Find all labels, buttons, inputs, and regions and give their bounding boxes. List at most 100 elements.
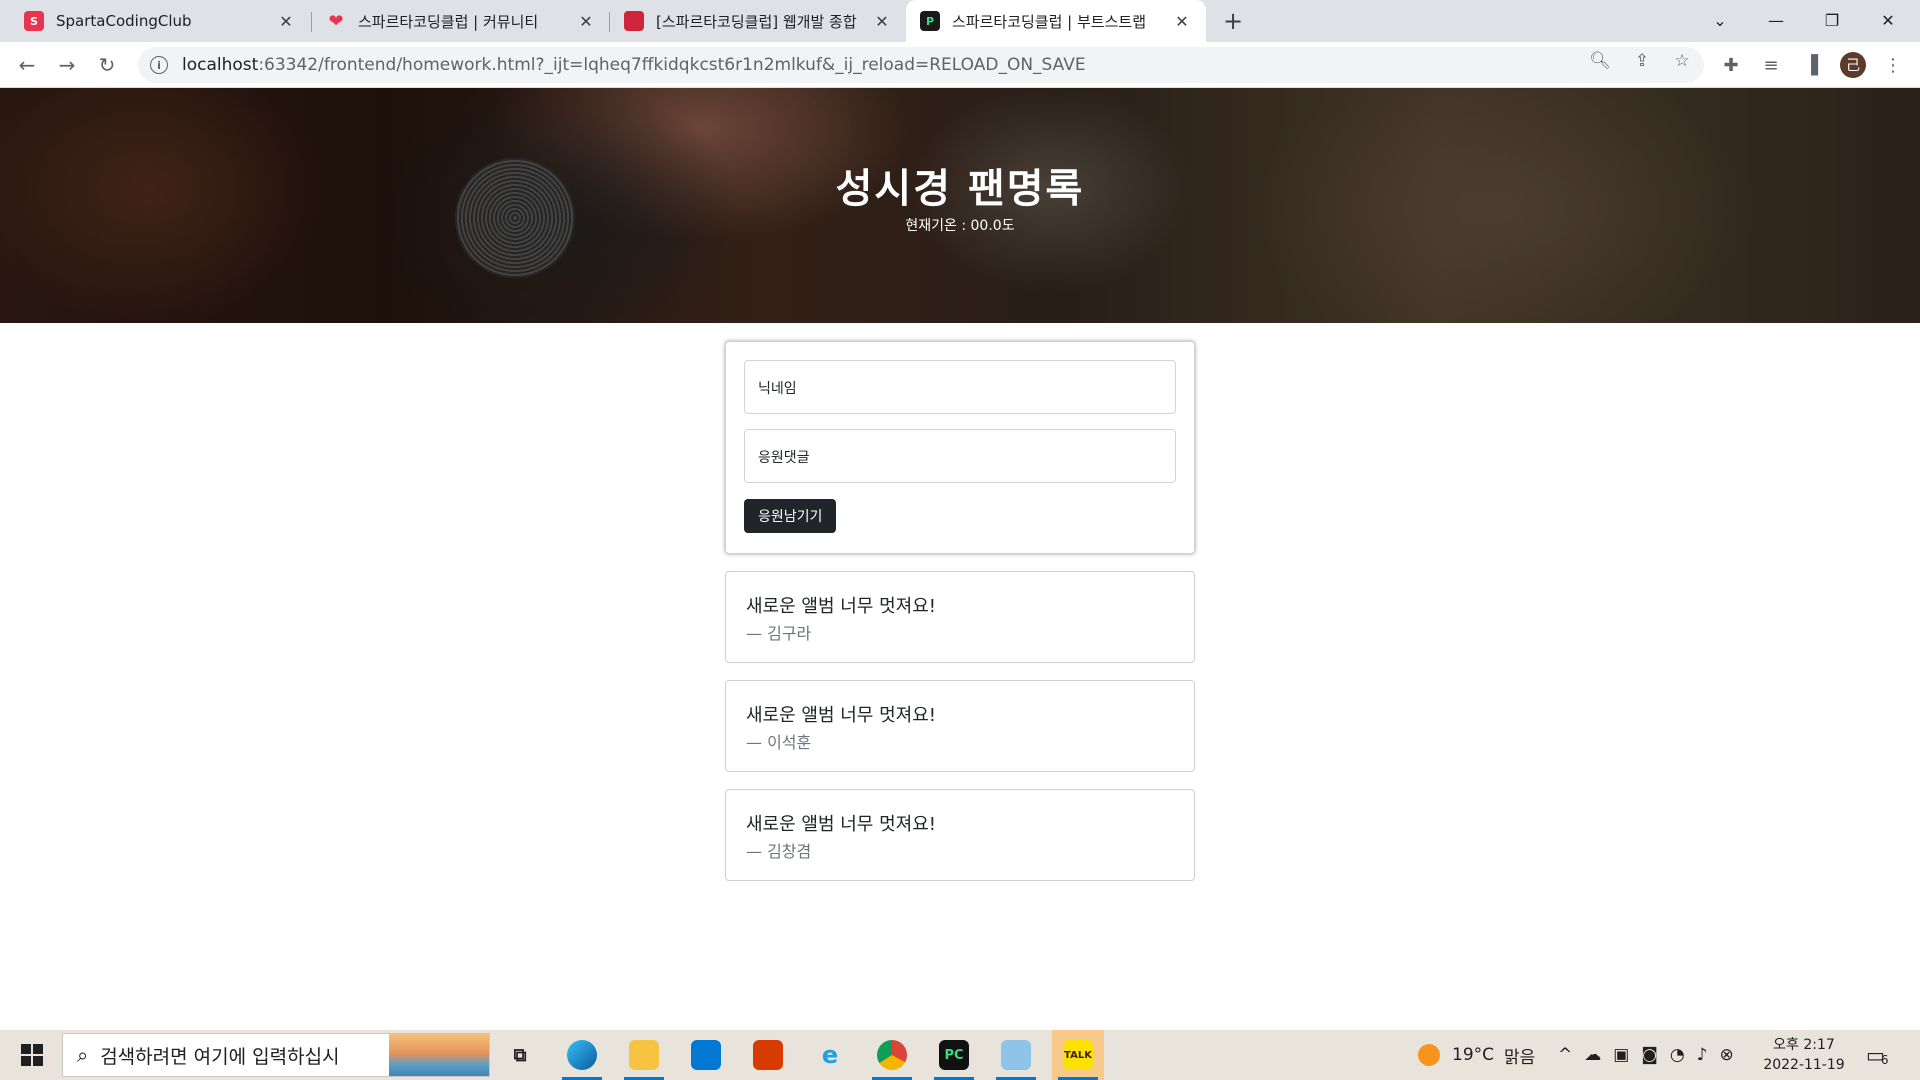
close-icon[interactable]: ✕ [576, 11, 596, 31]
sparta-favicon-icon: S [24, 11, 44, 31]
side-panel-icon[interactable]: ▐ [1798, 52, 1824, 78]
weather-widget[interactable]: 19°C 맑음 [1418, 1030, 1535, 1080]
sun-icon [1418, 1044, 1440, 1066]
pycharm-icon: PC [939, 1040, 969, 1070]
taskbar-app-edge[interactable] [556, 1030, 608, 1080]
comment-card: 새로운 앨범 너무 멋져요! — 김구라 [725, 571, 1195, 663]
kakaotalk-icon: TALK [1063, 1040, 1093, 1070]
taskbar-clock[interactable]: 오후 2:17 2022-11-19 [1762, 1035, 1846, 1075]
comment-input[interactable]: 응원댓글 [744, 429, 1176, 483]
office-icon [753, 1040, 783, 1070]
nickname-input[interactable]: 닉네임 [744, 360, 1176, 414]
security-icon[interactable]: ◙ [1641, 1045, 1658, 1065]
taskbar-app-file-explorer[interactable] [618, 1030, 670, 1080]
extensions-puzzle-icon[interactable]: ✚ [1718, 52, 1744, 78]
weather-temperature: 19°C [1452, 1045, 1495, 1065]
taskbar-app-pycharm[interactable]: PC [928, 1030, 980, 1080]
comment-text: 새로운 앨범 너무 멋져요! [746, 814, 936, 835]
tab-4-active[interactable]: P 스파르타코딩클럽 | 부트스트랩 ✕ [906, 0, 1206, 42]
comment-author: — 김구라 [746, 624, 812, 643]
show-hidden-icons-chevron-icon[interactable]: ^ [1558, 1045, 1572, 1065]
profile-avatar[interactable]: 己 [1840, 52, 1866, 78]
page-viewport: 성시경 팬명록 현재기온 : 00.0도 닉네임 응원댓글 응원남기기 새로운 … [0, 88, 1920, 1030]
folder-icon [629, 1040, 659, 1070]
address-bar[interactable]: i localhost:63342/frontend/homework.html… [138, 47, 1704, 83]
restore-button[interactable]: ❐ [1804, 0, 1860, 40]
windows-logo-icon [21, 1044, 43, 1066]
tab-title: 스파르타코딩클럽 | 커뮤니티 [358, 12, 539, 31]
book-favicon-icon [624, 11, 644, 31]
minimize-button[interactable]: — [1748, 0, 1804, 40]
search-highlight-illustration [389, 1034, 489, 1076]
url-path: :63342/frontend/homework.html?_ijt=lqheq… [258, 55, 1086, 75]
search-placeholder: 검색하려면 여기에 입력하십시 [100, 1045, 340, 1068]
taskbar-app-office[interactable] [742, 1030, 794, 1080]
clock-date: 2022-11-19 [1763, 1057, 1845, 1073]
comment-form: 닉네임 응원댓글 응원남기기 [725, 341, 1195, 554]
task-view-icon: ⧉ [513, 1044, 527, 1066]
taskbar-app-notepad[interactable] [990, 1030, 1042, 1080]
comment-placeholder: 응원댓글 [758, 450, 810, 466]
new-tab-button[interactable]: + [1218, 6, 1248, 36]
heart-favicon-icon: ❤ [328, 10, 344, 32]
back-button[interactable]: ← [12, 50, 42, 80]
tab-2[interactable]: ❤ 스파르타코딩클럽 | 커뮤니티 ✕ [312, 0, 610, 42]
tab-search-button[interactable]: ⌄ [1692, 0, 1748, 40]
taskbar-app-internet-explorer[interactable]: e [804, 1030, 856, 1080]
media-queue-icon[interactable]: ≡ [1758, 52, 1784, 78]
url-text[interactable]: localhost:63342/frontend/homework.html?_… [182, 55, 1086, 75]
bookmark-star-icon[interactable]: ☆ [1672, 51, 1692, 71]
chrome-icon [877, 1040, 907, 1070]
close-icon[interactable]: ✕ [872, 11, 892, 31]
share-icon[interactable]: ⇪ [1632, 51, 1652, 71]
wifi-icon[interactable]: ◔ [1670, 1045, 1685, 1065]
taskbar-app-kakaotalk[interactable]: TALK [1052, 1030, 1104, 1080]
comment-text: 새로운 앨범 너무 멋져요! [746, 596, 936, 617]
tab-1[interactable]: S SpartaCodingClub ✕ [10, 0, 310, 42]
clock-time: 오후 2:17 [1773, 1037, 1835, 1053]
comment-card: 새로운 앨범 너무 멋져요! — 김창겸 [725, 789, 1195, 881]
store-bag-icon [691, 1040, 721, 1070]
comment-author: — 김창겸 [746, 842, 812, 861]
system-tray: ^ ☁ ▣ ◙ ◔ ♪ ⊗ [1558, 1030, 1734, 1080]
tab-3[interactable]: [스파르타코딩클럽] 웹개발 종합 ✕ [610, 0, 906, 42]
notification-center-button[interactable]: ▭ 6 [1866, 1030, 1889, 1080]
temperature-text: 현재기온 : 00.0도 [905, 218, 1015, 234]
comment-author: — 이석훈 [746, 733, 812, 752]
submit-comment-button[interactable]: 응원남기기 [744, 499, 837, 533]
windows-taskbar: ⌕ 검색하려면 여기에 입력하십시 ⧉ e PC TALK 19°C 맑음 ^ … [0, 1030, 1920, 1080]
hero-banner: 성시경 팬명록 현재기온 : 00.0도 [0, 88, 1920, 323]
onedrive-icon[interactable]: ☁ [1584, 1045, 1601, 1065]
reload-button[interactable]: ↻ [92, 50, 122, 80]
notification-count-badge: 6 [1880, 1053, 1889, 1067]
volume-icon[interactable]: ♪ [1697, 1045, 1708, 1065]
pycharm-favicon-icon: P [920, 11, 940, 31]
nickname-placeholder: 닉네임 [758, 381, 797, 397]
weather-description: 맑음 [1504, 1047, 1536, 1068]
close-icon[interactable]: ✕ [1172, 11, 1192, 31]
comment-text: 새로운 앨범 너무 멋져요! [746, 705, 936, 726]
page-title: 성시경 팬명록 [835, 165, 1085, 212]
ime-icon[interactable]: ⊗ [1720, 1045, 1734, 1065]
comment-card: 새로운 앨범 너무 멋져요! — 이석훈 [725, 680, 1195, 772]
site-info-icon[interactable]: i [150, 56, 168, 74]
taskbar-app-chrome[interactable] [866, 1030, 918, 1080]
tab-strip: S SpartaCodingClub ✕ ❤ 스파르타코딩클럽 | 커뮤니티 ✕… [0, 0, 1920, 42]
forward-button[interactable]: → [52, 50, 82, 80]
taskbar-app-store[interactable] [680, 1030, 732, 1080]
edge-icon [567, 1040, 597, 1070]
close-icon[interactable]: ✕ [276, 11, 296, 31]
menu-kebab-icon[interactable]: ⋮ [1880, 52, 1906, 78]
start-button[interactable] [10, 1030, 54, 1080]
url-host: localhost [182, 55, 259, 75]
device-icon[interactable]: ▣ [1613, 1045, 1629, 1065]
task-view-button[interactable]: ⧉ [494, 1030, 546, 1080]
browser-toolbar: ← → ↻ i localhost:63342/frontend/homewor… [0, 42, 1920, 88]
tab-title: 스파르타코딩클럽 | 부트스트랩 [952, 12, 1146, 31]
notepad-icon [1001, 1040, 1031, 1070]
taskbar-search-box[interactable]: ⌕ 검색하려면 여기에 입력하십시 [62, 1033, 490, 1077]
window-close-button[interactable]: ✕ [1860, 0, 1916, 40]
search-icon: ⌕ [77, 1043, 89, 1067]
internet-explorer-icon: e [821, 1041, 839, 1069]
zoom-icon[interactable]: 🔍︎ [1589, 51, 1611, 71]
